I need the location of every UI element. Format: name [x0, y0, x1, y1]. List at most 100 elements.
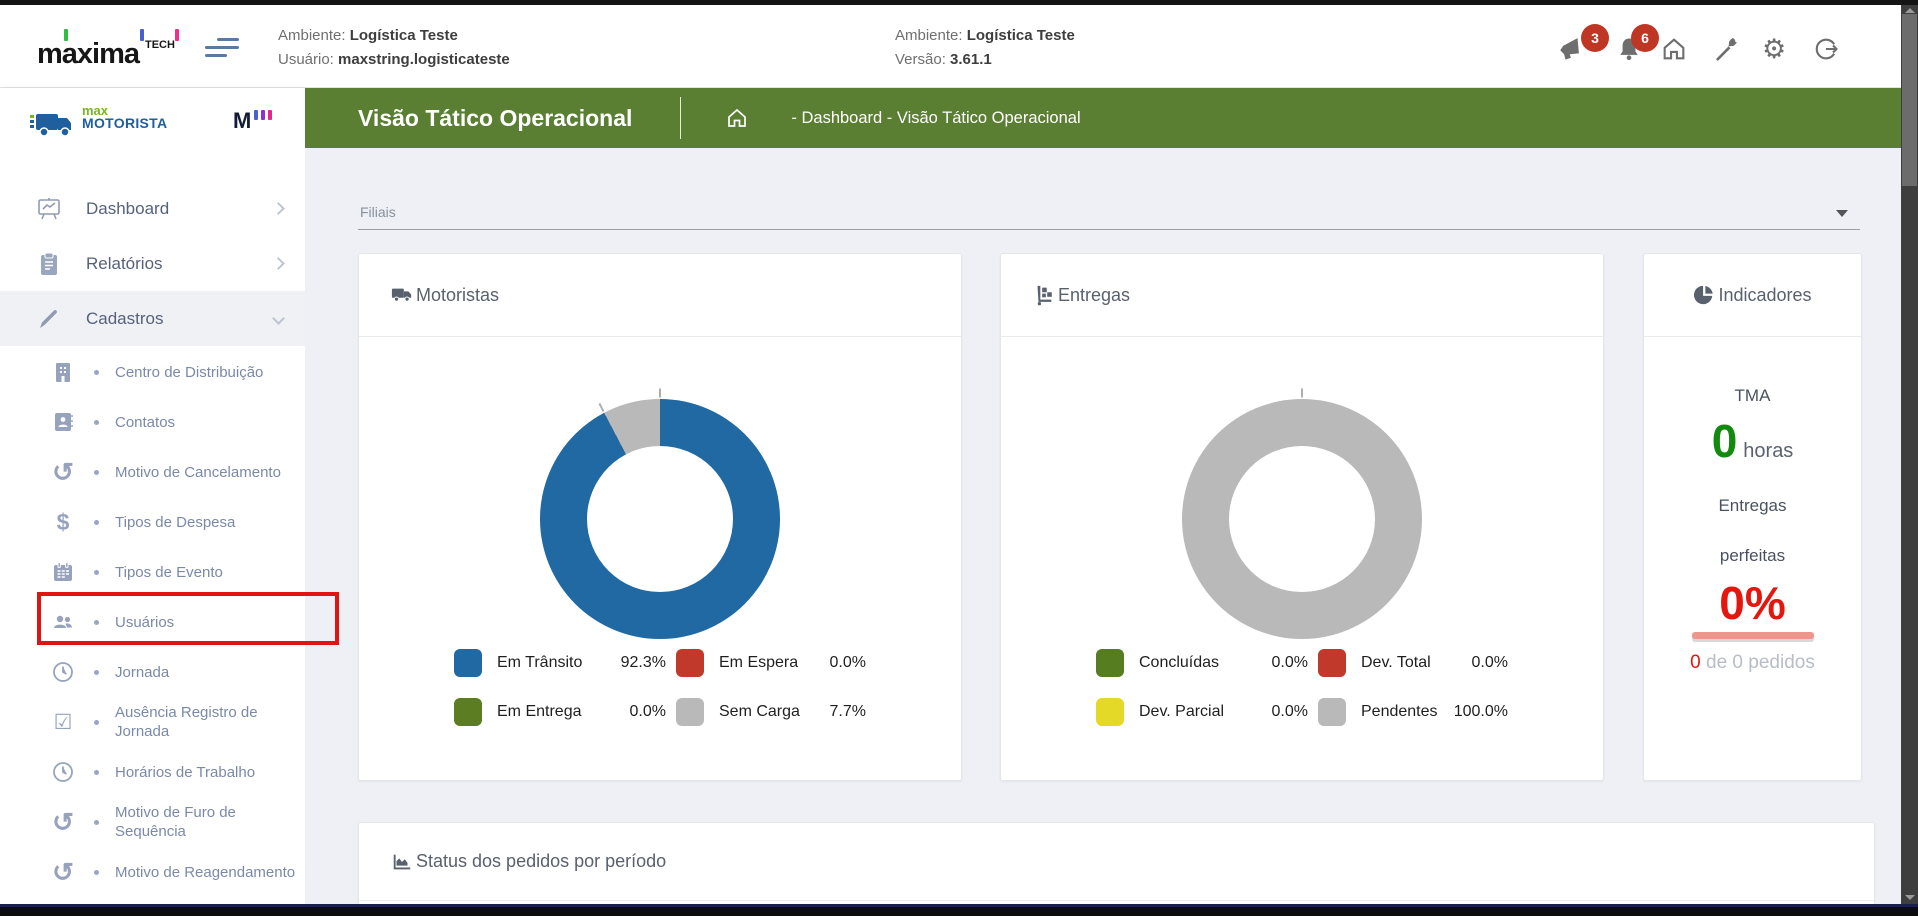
indicadores-card: Indicadores TMA 0horas Entregas perfeita…	[1643, 253, 1862, 781]
scrollbar-thumb[interactable]	[1902, 14, 1917, 186]
bullet-dot	[94, 620, 99, 625]
sidebar-subitem-tipos-de-despesa[interactable]: Tipos de Despesa	[0, 497, 305, 547]
tma-label: TMA	[1644, 386, 1861, 406]
donut-tick	[1301, 389, 1303, 398]
sidebar-subitem-motivo-reagendamento[interactable]: Motivo de Reagendamento	[0, 847, 305, 897]
sidebar-item-label: Dashboard	[86, 199, 274, 219]
legend-swatch	[1318, 649, 1346, 677]
sidebar-toggle-hamburger-icon[interactable]	[205, 38, 241, 60]
logout-icon[interactable]	[1812, 35, 1840, 63]
bullet-dot	[94, 420, 99, 425]
sidebar-item-label: Cadastros	[86, 309, 274, 329]
gear-icon[interactable]: ⚙	[1762, 35, 1790, 63]
undo-icon	[50, 459, 76, 485]
legend-item: Pendentes 100.0%	[1318, 698, 1508, 726]
home-icon[interactable]	[1660, 35, 1688, 63]
card-title: Entregas	[1058, 285, 1130, 306]
ambiente-line: Ambiente: Logística Teste	[895, 24, 1075, 48]
cadastros-submenu: Centro de Distribuição Motivo de Cancela…	[0, 347, 305, 916]
chevron-right-icon	[272, 257, 285, 270]
bullet-dot	[94, 520, 99, 525]
dashboard-content: Filiais Motoristas	[305, 148, 1901, 904]
checkbox-icon	[50, 709, 76, 735]
sidebar-subitem-contatos[interactable]: Motivo de Cancelamento Contatos	[0, 397, 305, 447]
sidebar-item-label: Relatórios	[86, 254, 274, 274]
bullet-dot	[94, 870, 99, 875]
card-title: Motoristas	[416, 285, 499, 306]
bullet-dot	[94, 470, 99, 475]
motoristas-donut-chart	[540, 399, 780, 639]
card-title: Status dos pedidos por período	[416, 851, 666, 872]
ambiente-line: Ambiente: Logística Teste	[278, 24, 510, 48]
page-title: Visão Tático Operacional	[358, 105, 632, 132]
legend-swatch	[1096, 649, 1124, 677]
pie-chart-icon	[1693, 284, 1715, 306]
usuario-line: Usuário: maxstring.logisticateste	[278, 48, 510, 72]
chevron-right-icon	[272, 202, 285, 215]
area-chart-icon	[391, 851, 413, 873]
dashboard-chart-icon	[36, 196, 62, 222]
legend-item: Concluídas 0.0%	[1096, 649, 1308, 677]
logo-pink-tick	[175, 29, 179, 41]
legend-item: Em Espera 0.0%	[676, 649, 866, 677]
sidebar-subitem-ausencia-registro-jornada[interactable]: Ausência Registro de Jornada	[0, 697, 305, 747]
breadcrumb: - Dashboard - Visão Tático Operacional	[791, 109, 1080, 128]
notification-badge[interactable]: 6	[1631, 24, 1659, 52]
legend-item: Em Trânsito 92.3%	[454, 649, 666, 677]
truck-icon	[391, 284, 413, 306]
pencil-icon	[36, 306, 62, 332]
sidebar-subitem-usuarios[interactable]: Usuários	[0, 597, 305, 647]
truck-logo-icon	[30, 106, 76, 140]
sidebar-subitem-jornada[interactable]: Jornada	[0, 647, 305, 697]
tma-hours-number: 0	[1712, 415, 1738, 467]
bullet-dot	[94, 370, 99, 375]
mini-logo: M	[233, 108, 272, 134]
sidebar-item-dashboard[interactable]: Dashboard	[0, 181, 305, 236]
sidebar-subitem-motivo-furo-sequencia[interactable]: Motivo de Furo de Sequência	[0, 797, 305, 847]
sidebar-subitem-tipos-de-evento[interactable]: Tipos de Evento	[0, 547, 305, 597]
product-name: max MOTORISTA	[82, 104, 167, 130]
announcement-badge[interactable]: 3	[1581, 24, 1609, 52]
entregas-legend: Concluídas 0.0% Dev. Total 0.0% Dev. Par…	[1096, 649, 1508, 726]
clock-icon	[50, 759, 76, 785]
sidebar-subitem-centro-de-distribuicao[interactable]: Centro de Distribuição	[0, 347, 305, 397]
legend-swatch	[454, 649, 482, 677]
dolly-icon	[1033, 284, 1055, 306]
dollar-icon	[50, 509, 76, 535]
product-logo: max MOTORISTA M	[0, 100, 305, 150]
donut-tick	[598, 403, 604, 412]
environment-info-center: Ambiente: Logística Teste Versão: 3.61.1	[895, 24, 1075, 72]
sidebar-subitem-motivo-de-cancelamento[interactable]: Motivo de Cancelamento	[0, 447, 305, 497]
logo-blue-tick	[140, 29, 144, 41]
progress-bar	[1692, 632, 1814, 639]
status-card-header: Status dos pedidos por período	[359, 823, 1874, 901]
perfect-deliveries-percent: 0%	[1644, 576, 1861, 630]
entregas-donut-chart	[1182, 399, 1422, 639]
undo-icon	[50, 859, 76, 885]
bullet-dot	[94, 720, 99, 725]
clipboard-icon	[36, 251, 62, 277]
scroll-down-arrow-icon[interactable]	[1905, 895, 1915, 900]
window-bottom-border	[0, 904, 1918, 916]
environment-info-left: Ambiente: Logística Teste Usuário: maxst…	[278, 24, 510, 72]
sidebar-item-cadastros[interactable]: Cadastros	[0, 291, 305, 346]
legend-swatch	[1318, 698, 1346, 726]
motoristas-card: Motoristas Em Trânsito 92.3% Em Espera 0…	[358, 253, 962, 781]
vertical-scrollbar[interactable]	[1901, 5, 1918, 910]
motoristas-legend: Em Trânsito 92.3% Em Espera 0.0% Em Entr…	[454, 649, 866, 726]
bullet-dot	[94, 670, 99, 675]
wrench-icon[interactable]	[1712, 35, 1740, 63]
scroll-up-arrow-icon[interactable]	[1905, 8, 1915, 13]
sidebar-subitem-horarios-de-trabalho[interactable]: Horários de Trabalho	[0, 747, 305, 797]
clock-icon	[50, 659, 76, 685]
maxima-tech-logo: maxima TECH	[37, 29, 187, 69]
title-divider	[680, 97, 681, 139]
sidebar-menu: Dashboard Relatórios	[0, 181, 305, 346]
sidebar-item-relatorios[interactable]: Relatórios	[0, 236, 305, 291]
breadcrumb-home-icon[interactable]	[725, 106, 749, 130]
app-header: maxima TECH Ambiente: Logística Teste Us…	[0, 5, 1901, 88]
bullet-dot	[94, 770, 99, 775]
filiais-select[interactable]: Filiais	[358, 200, 1860, 230]
legend-swatch	[676, 698, 704, 726]
entregas-perfeitas-line2: perfeitas	[1644, 546, 1861, 566]
